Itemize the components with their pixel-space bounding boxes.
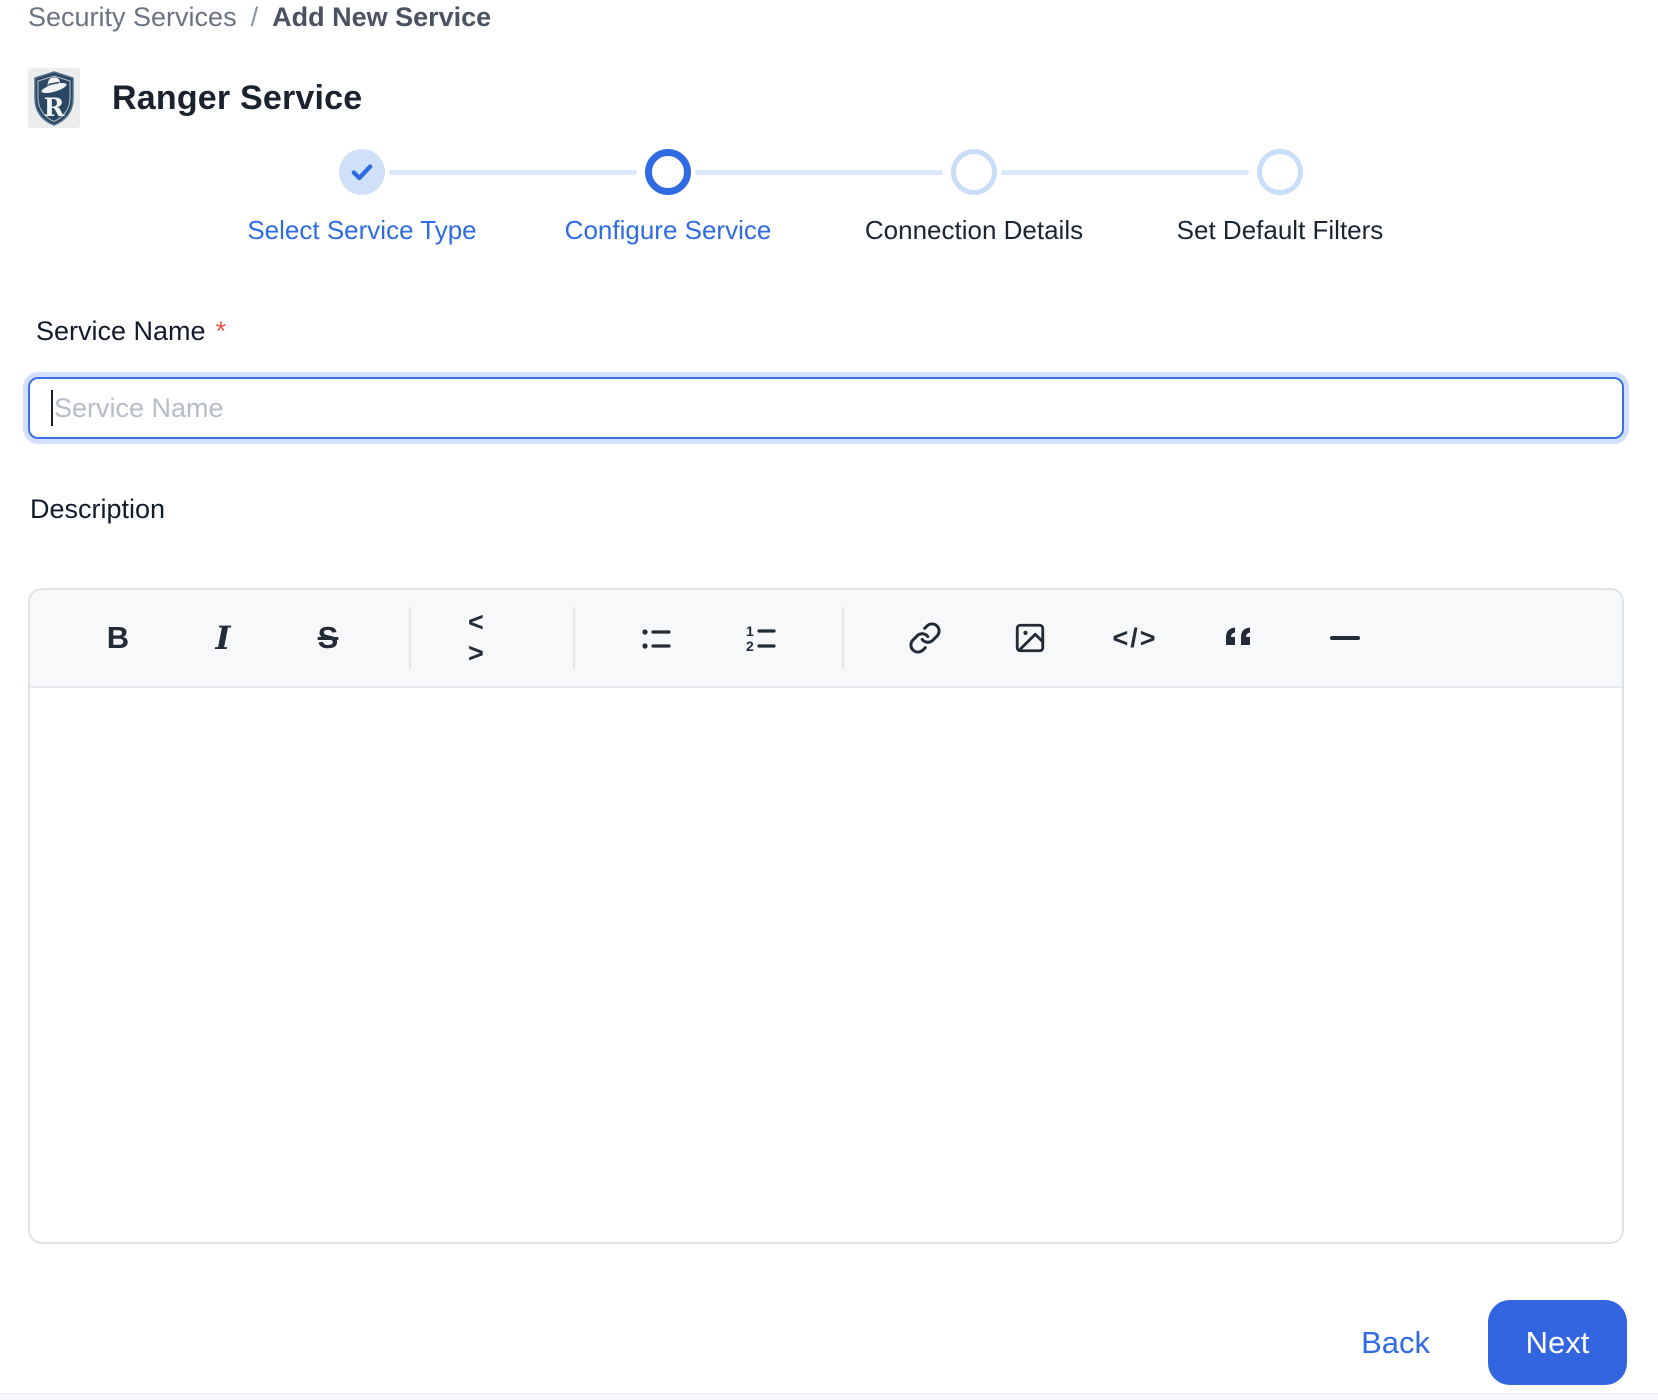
bold-icon[interactable]: B	[94, 614, 142, 662]
step-configure-service[interactable]: Configure Service	[515, 149, 821, 246]
required-asterisk: *	[215, 316, 227, 346]
step-label-connection-details[interactable]: Connection Details	[821, 215, 1127, 246]
step-label-configure-service[interactable]: Configure Service	[515, 215, 821, 246]
step-label-set-default-filters[interactable]: Set Default Filters	[1127, 215, 1433, 246]
breadcrumb-separator: /	[250, 2, 259, 32]
toolbar-divider	[409, 607, 411, 669]
editor-toolbar: B I S < > 1 2 </>	[30, 590, 1622, 688]
wizard-stepper: Select Service Type Configure Service Co…	[209, 149, 1433, 259]
next-button[interactable]: Next	[1488, 1300, 1627, 1385]
link-icon[interactable]	[901, 614, 949, 662]
italic-icon[interactable]: I	[199, 614, 247, 662]
step-active-circle-icon[interactable]	[645, 149, 691, 195]
page-header: R Ranger Service	[28, 68, 362, 128]
breadcrumb-add-new-service: Add New Service	[272, 2, 492, 32]
svg-text:1: 1	[746, 623, 754, 639]
inline-code-icon[interactable]: < >	[468, 607, 516, 668]
step-pending-circle-icon[interactable]	[1257, 149, 1303, 195]
svg-text:R: R	[44, 93, 65, 122]
bulleted-list-icon[interactable]	[632, 614, 680, 662]
toolbar-divider	[842, 607, 844, 669]
service-name-input[interactable]	[28, 377, 1624, 439]
back-button[interactable]: Back	[1361, 1325, 1430, 1361]
step-select-service-type[interactable]: Select Service Type	[209, 149, 515, 246]
wizard-footer: Back Next	[1361, 1300, 1627, 1385]
description-label: Description	[30, 494, 166, 524]
step-pending-circle-icon[interactable]	[951, 149, 997, 195]
step-set-default-filters[interactable]: Set Default Filters	[1127, 149, 1433, 246]
step-label-select-service-type[interactable]: Select Service Type	[209, 215, 515, 246]
horizontal-rule-icon[interactable]	[1321, 614, 1369, 662]
toolbar-divider	[573, 607, 575, 669]
service-name-input-wrap	[28, 377, 1624, 439]
description-editor-content[interactable]	[30, 688, 1622, 1242]
description-editor: B I S < > 1 2 </>	[28, 588, 1624, 1244]
code-block-icon[interactable]: </>	[1111, 614, 1159, 662]
page-title: Ranger Service	[112, 78, 363, 117]
image-icon[interactable]	[1006, 614, 1054, 662]
next-section-edge	[0, 1393, 1658, 1400]
step-connection-details[interactable]: Connection Details	[821, 149, 1127, 246]
breadcrumb: Security Services / Add New Service	[28, 2, 491, 33]
breadcrumb-security-services[interactable]: Security Services	[28, 2, 237, 33]
svg-text:2: 2	[746, 638, 754, 654]
service-name-label: Service Name *	[36, 316, 227, 346]
numbered-list-icon[interactable]: 1 2	[737, 614, 785, 662]
blockquote-icon[interactable]	[1216, 614, 1264, 662]
ranger-shield-logo-icon: R	[28, 68, 80, 128]
strikethrough-icon[interactable]: S	[304, 614, 352, 662]
step-completed-check-icon[interactable]	[339, 149, 385, 195]
text-cursor	[51, 390, 53, 426]
